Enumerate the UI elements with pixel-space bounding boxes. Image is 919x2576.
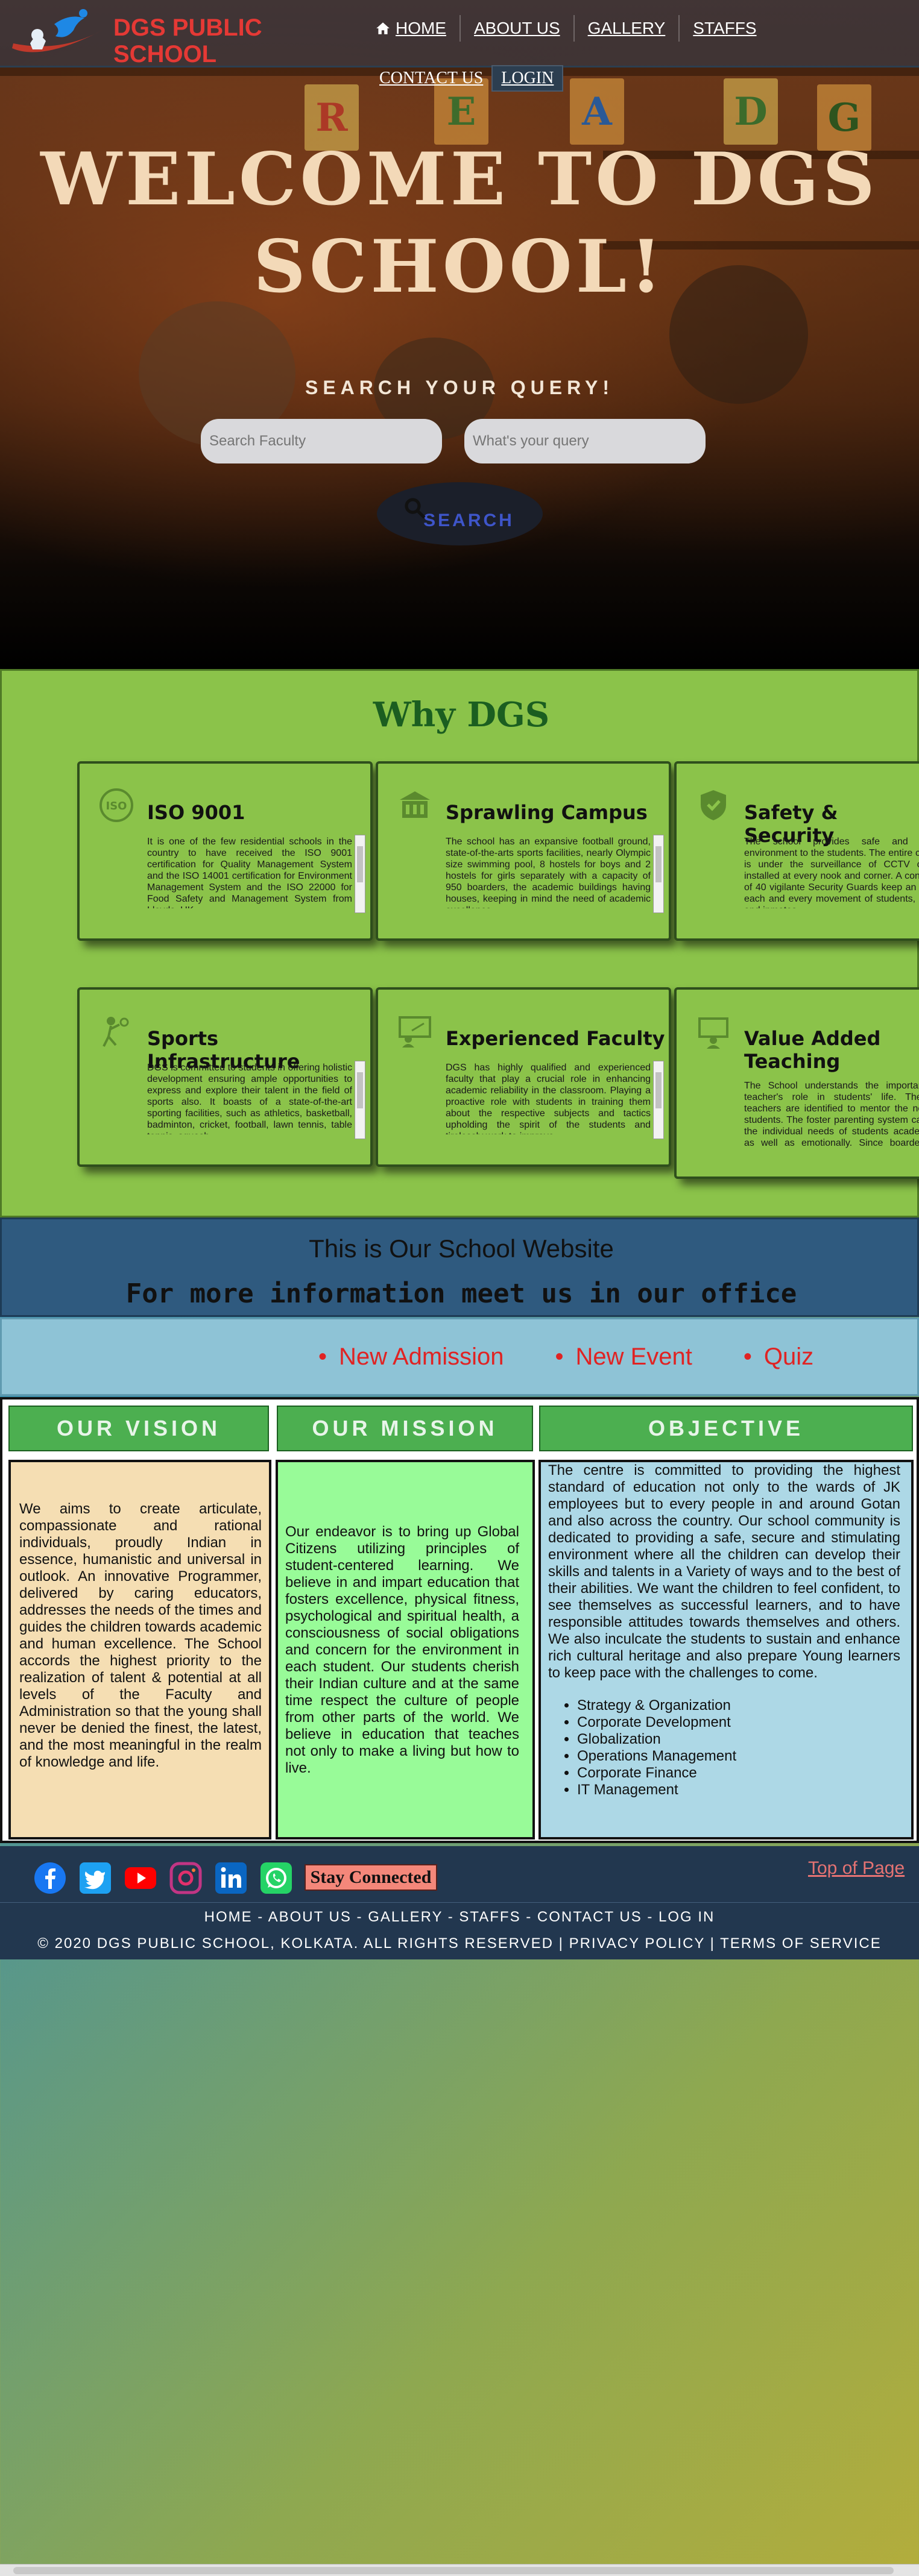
card-text: DGS is committed to students in offering… [147, 1063, 352, 1134]
nav-login[interactable]: LOGIN [491, 65, 564, 92]
stay-connected-badge: Stay Connected [305, 1864, 437, 1891]
feature-card-sports: Sports Infrastructure DGS is committed t… [77, 987, 373, 1167]
hero-title: WELCOME TO DGS SCHOOL! [40, 137, 879, 309]
card-text: It is one of the few residential schools… [147, 837, 352, 908]
card-title: Sprawling Campus [446, 801, 648, 824]
objective-text: The centre is committed to providing the… [548, 1462, 900, 1681]
mission-column: Our endeavor is to bring up Global Citiz… [276, 1460, 535, 1839]
why-title: Why DGS [373, 695, 550, 735]
top-of-page-link[interactable]: Top of Page [808, 1858, 905, 1879]
hero-section: R E A D G DGS PUBLIC SCHOOL HOME ABOUT U… [0, 0, 919, 669]
nav-gallery[interactable]: GALLERY [575, 15, 680, 42]
nav-links-row2: CONTACT US LOGIN [371, 65, 564, 92]
top-navbar: DGS PUBLIC SCHOOL HOME ABOUT US GALLERY … [0, 0, 919, 68]
copyright-text: © 2020 DGS PUBLIC SCHOOL, KOLKATA. ALL R… [37, 1935, 882, 1952]
card-text: The school provides safe and secure envi… [744, 837, 919, 908]
card-scrollbar[interactable] [653, 1061, 664, 1139]
search-caption: SEARCH YOUR QUERY! [305, 377, 614, 398]
card-title: Experienced Faculty [446, 1027, 665, 1050]
list-item: Corporate Development [577, 1714, 900, 1731]
objective-column: The centre is committed to providing the… [538, 1460, 914, 1839]
news-section: New Admission New Event Quiz [0, 1318, 919, 1396]
feature-card-teaching: Value Added Teaching The School understa… [674, 987, 919, 1179]
vision-heading: OUR VISION [8, 1406, 269, 1451]
board-letter: D [724, 78, 778, 145]
youtube-icon[interactable] [124, 1861, 157, 1895]
list-item: IT Management [577, 1782, 900, 1798]
card-scrollbar[interactable] [355, 835, 365, 913]
feature-card-safety: Safety & Security The school provides sa… [674, 761, 919, 941]
list-item: Operations Management [577, 1748, 900, 1765]
search-query-input[interactable] [464, 419, 706, 463]
bottom-footer: HOME - ABOUT US - GALLERY - STAFFS - CON… [0, 1902, 919, 1959]
list-item: Corporate Finance [577, 1765, 900, 1782]
nav-staffs[interactable]: STAFFS [680, 15, 769, 42]
vision-column: We aims to create articulate, compassion… [8, 1460, 271, 1839]
list-item: Strategy & Organization [577, 1697, 900, 1714]
logo-text: DGS PUBLIC SCHOOL [113, 14, 262, 68]
objective-list: Strategy & Organization Corporate Develo… [577, 1697, 900, 1798]
list-item: Globalization [577, 1731, 900, 1748]
twitter-icon[interactable] [78, 1861, 112, 1895]
mission-text: Our endeavor is to bring up Global Citiz… [285, 1524, 519, 1776]
card-scrollbar[interactable] [653, 835, 664, 913]
news-item-admission[interactable]: New Admission [318, 1343, 504, 1371]
footer-links[interactable]: HOME - ABOUT US - GALLERY - STAFFS - CON… [0, 1909, 919, 1926]
mission-heading: OUR MISSION [277, 1406, 533, 1451]
teaching-icon [698, 1017, 728, 1049]
card-scrollbar[interactable] [355, 1061, 365, 1139]
vision-mission-section: OUR VISION OUR MISSION OBJECTIVE We aims… [0, 1397, 919, 1843]
home-icon [376, 22, 390, 34]
info-banner: This is Our School Website For more info… [0, 1217, 919, 1317]
social-footer: Stay Connected Top of Page [0, 1846, 919, 1902]
search-icon [405, 498, 426, 519]
school-logo[interactable]: DGS PUBLIC SCHOOL [6, 4, 265, 68]
nav-links: HOME ABOUT US GALLERY STAFFS [362, 15, 770, 42]
news-item-event[interactable]: New Event [555, 1343, 692, 1371]
instagram-icon[interactable] [169, 1861, 203, 1895]
objective-heading: OBJECTIVE [539, 1406, 913, 1451]
info-line-1: This is Our School Website [309, 1234, 614, 1263]
iso-icon: ISO [99, 788, 133, 822]
svg-text:ISO: ISO [106, 800, 127, 812]
board-letter: A [570, 78, 624, 145]
shield-icon [701, 790, 726, 820]
nav-home[interactable]: HOME [362, 15, 461, 42]
card-text: The school has an expansive football gro… [446, 837, 651, 908]
feature-card-iso: ISO ISO 9001 It is one of the few reside… [77, 761, 373, 941]
whatsapp-icon[interactable] [259, 1861, 293, 1895]
nav-home-label: HOME [396, 19, 446, 37]
linkedin-icon[interactable] [214, 1861, 248, 1895]
card-text: The School understands the importance of… [744, 1081, 919, 1148]
news-list: New Admission New Event Quiz [318, 1343, 865, 1371]
nav-about[interactable]: ABOUT US [461, 15, 575, 42]
search-button[interactable]: SEARCH [377, 482, 543, 545]
campus-icon [400, 791, 430, 818]
card-title: Value Added Teaching [744, 1027, 881, 1073]
vision-text: We aims to create articulate, compassion… [19, 1501, 262, 1770]
card-text: DGS has highly qualified and experienced… [446, 1063, 651, 1134]
news-item-quiz[interactable]: Quiz [744, 1343, 813, 1371]
why-dgs-section: Why DGS ISO ISO 9001 It is one of the fe… [0, 669, 919, 1217]
card-title: ISO 9001 [147, 801, 245, 824]
search-faculty-input[interactable] [201, 419, 442, 463]
horizontal-scrollbar[interactable] [0, 2564, 919, 2576]
logo-emblem-icon [12, 9, 103, 52]
nav-contact[interactable]: CONTACT US [371, 65, 491, 92]
facebook-icon[interactable] [33, 1861, 67, 1895]
info-line-2: For more information meet us in our offi… [125, 1278, 797, 1309]
sports-icon [103, 1017, 129, 1047]
faculty-icon [399, 1016, 431, 1048]
feature-card-faculty: Experienced Faculty DGS has highly quali… [376, 987, 671, 1167]
feature-card-campus: Sprawling Campus The school has an expan… [376, 761, 671, 941]
search-button-label: SEARCH [423, 510, 514, 530]
